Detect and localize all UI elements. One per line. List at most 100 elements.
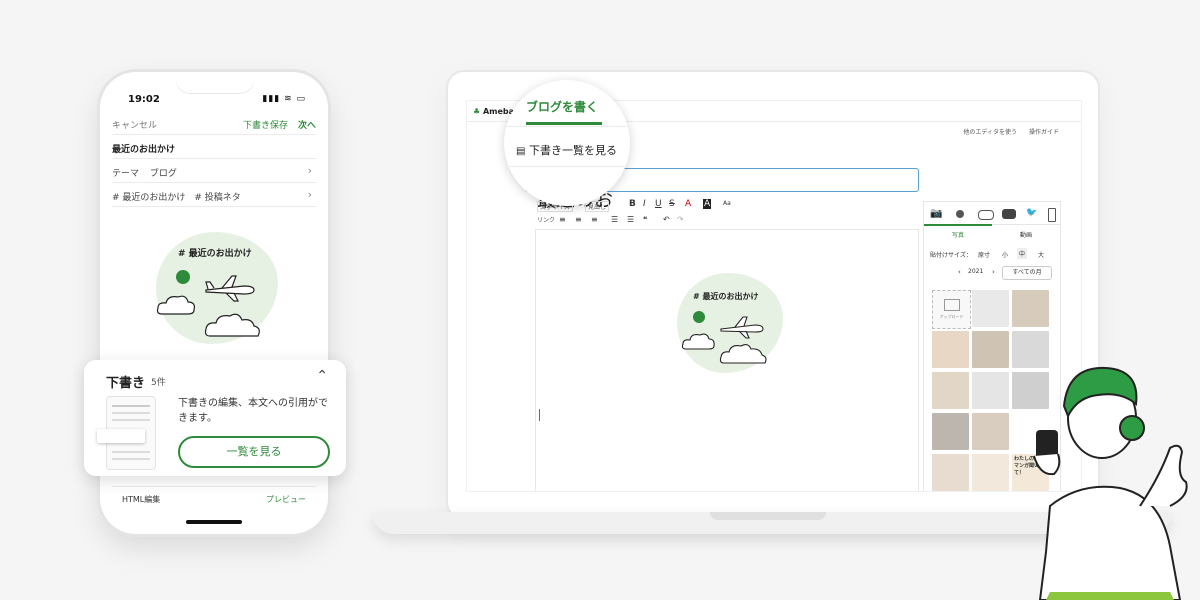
link-button[interactable]: リンク — [537, 215, 555, 224]
cancel-button[interactable]: キャンセル — [112, 121, 157, 131]
camera-icon[interactable]: 📷 — [930, 208, 942, 219]
draft-count: 5件 — [151, 378, 166, 388]
photo-thumbnail[interactable] — [972, 413, 1009, 450]
ameba-logo[interactable]: ♣ Ameba — [473, 107, 514, 116]
photo-thumbnail[interactable] — [932, 372, 969, 409]
font-icon[interactable]: Aa — [723, 200, 731, 207]
sun-icon — [693, 311, 705, 323]
redo-icon[interactable]: ↷ — [677, 215, 684, 224]
sticker-icon[interactable] — [956, 210, 964, 218]
numbered-list-icon[interactable]: ☰ — [627, 215, 634, 224]
size-original[interactable]: 原寸 — [978, 250, 990, 259]
divider — [112, 158, 316, 159]
active-tab-indicator — [924, 224, 992, 226]
mobile-icon[interactable] — [1048, 208, 1056, 222]
photo-thumbnail[interactable] — [932, 331, 969, 368]
drafts-list-link[interactable]: ▤ 下書き一覧を見る — [516, 142, 617, 158]
bold-icon[interactable]: B — [629, 199, 636, 209]
illustration-title: # 最近のお出かけ — [693, 292, 759, 301]
draft-description: 下書きの編集、本文への引用ができます。 — [178, 398, 328, 424]
guide-link[interactable]: 操作ガイド — [1029, 127, 1059, 136]
photo-thumbnail[interactable] — [1012, 290, 1049, 327]
status-icons: ▮▮▮ ≋ ▭ — [262, 94, 306, 104]
zoom-magnifier: ブログを書く ▤ 下書き一覧を見る — [504, 80, 630, 206]
bullet-list-icon[interactable]: ☰ — [611, 215, 618, 224]
html-edit-button[interactable]: HTML編集 — [122, 494, 160, 505]
chevron-right-icon: › — [307, 188, 312, 201]
month-select[interactable]: すべての月 — [1002, 266, 1052, 280]
draft-card: 下書き 5件 ⌃ 下書きの編集、本文への引用ができます。 一覧を見る — [84, 360, 346, 476]
twitter-icon[interactable]: 🐦 — [1026, 208, 1037, 218]
size-medium[interactable]: 中 — [1017, 248, 1028, 259]
theme-row[interactable]: テーマ ブログ › — [112, 164, 316, 179]
photo-thumbnail[interactable] — [972, 454, 1009, 491]
youtube-icon[interactable] — [1002, 209, 1016, 219]
divider — [112, 182, 316, 183]
view-drafts-button[interactable]: 一覧を見る — [178, 436, 330, 468]
airplane-icon — [720, 316, 764, 339]
size-small[interactable]: 小 — [1002, 250, 1008, 259]
divider — [112, 134, 316, 135]
strikethrough-icon[interactable]: S — [669, 199, 675, 209]
photo-thumbnail[interactable] — [972, 290, 1009, 327]
align-center-icon[interactable]: ≡ — [575, 215, 582, 224]
undo-icon[interactable]: ↶ — [663, 215, 670, 224]
sun-icon — [176, 270, 190, 284]
cloud-icon — [204, 313, 260, 337]
ameba-logo-icon: ♣ — [473, 107, 481, 116]
next-year-icon[interactable]: › — [992, 268, 995, 276]
person-illustration — [1033, 366, 1188, 600]
airplane-icon — [205, 275, 255, 302]
editor-toolbar-2: リンク ≡ ≡ ≡ ☰ ☰ ❝ ↶ ↷ — [537, 215, 917, 227]
tab-photos[interactable]: 写真 — [952, 230, 964, 239]
photo-thumbnail[interactable] — [932, 413, 969, 450]
preview-button[interactable]: プレビュー — [266, 494, 306, 505]
editor-toolbar: 文字サイズ 見出し B I U S A A Aa — [537, 199, 917, 213]
italic-icon[interactable]: I — [643, 199, 646, 209]
divider — [112, 206, 316, 207]
gif-icon[interactable] — [978, 210, 994, 220]
divider — [112, 486, 316, 487]
chevron-right-icon: › — [307, 164, 312, 177]
hashtags: # 最近のお出かけ # 投稿ネタ — [112, 193, 241, 203]
cloud-icon — [719, 343, 767, 364]
document-icon: ▤ — [516, 146, 526, 157]
align-left-icon[interactable]: ≡ — [559, 215, 566, 224]
draft-title: 下書き — [106, 376, 146, 391]
other-editor-link[interactable]: 他のエディタを使う — [963, 127, 1017, 136]
photo-thumbnail[interactable] — [972, 331, 1009, 368]
divider — [504, 166, 630, 167]
chevron-up-icon[interactable]: ⌃ — [316, 368, 328, 384]
status-time: 19:02 — [128, 94, 160, 105]
drafts-thumbnail — [97, 396, 156, 470]
photo-thumbnail[interactable] — [972, 372, 1009, 409]
phone-header: キャンセル 下書き保存 次へ — [112, 118, 316, 131]
prev-year-icon[interactable]: ‹ — [958, 268, 961, 276]
quote-icon[interactable]: ❝ — [643, 215, 647, 224]
hashtag-row[interactable]: # 最近のお出かけ # 投稿ネタ › — [112, 188, 316, 203]
photo-thumbnail[interactable] — [932, 454, 969, 491]
illustration-title: # 最近のお出かけ — [178, 249, 252, 259]
underline-icon[interactable]: U — [655, 199, 662, 209]
tab-write-blog[interactable]: ブログを書く — [526, 98, 598, 115]
align-right-icon[interactable]: ≡ — [591, 215, 598, 224]
size-label: 貼付けサイズ： — [930, 252, 972, 259]
divider — [504, 126, 630, 127]
heading-select[interactable]: 見出し — [585, 201, 610, 212]
laptop-groove — [710, 512, 826, 520]
theme-label: テーマ — [112, 169, 140, 179]
size-large[interactable]: 大 — [1038, 250, 1044, 259]
tab-videos[interactable]: 動画 — [1020, 230, 1032, 239]
active-tab-indicator — [526, 122, 602, 125]
text-color-icon[interactable]: A — [685, 199, 691, 209]
upload-button[interactable]: アップロード — [932, 290, 971, 329]
text-cursor — [539, 409, 540, 421]
cloud-icon — [681, 333, 715, 350]
save-draft-button[interactable]: 下書き保存 — [243, 118, 288, 131]
post-title[interactable]: 最近のお出かけ — [112, 142, 316, 155]
year-label: 2021 — [968, 268, 984, 275]
bg-color-icon[interactable]: A — [703, 199, 712, 209]
home-indicator — [186, 520, 242, 524]
next-button[interactable]: 次へ — [298, 118, 316, 131]
theme-value: ブログ — [149, 169, 177, 179]
